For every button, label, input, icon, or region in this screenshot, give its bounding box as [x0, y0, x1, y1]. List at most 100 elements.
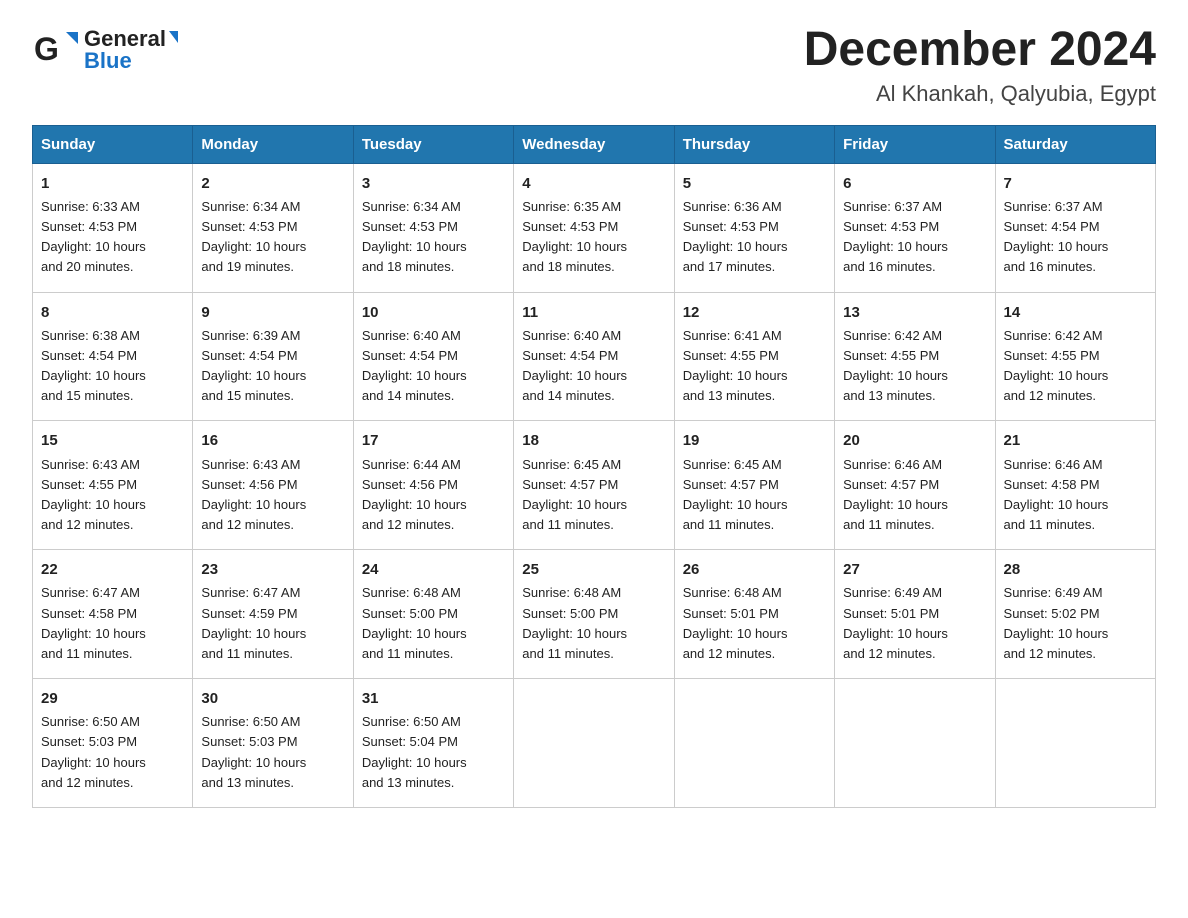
day-info: Sunrise: 6:43 AMSunset: 4:56 PMDaylight:…	[201, 457, 306, 532]
calendar-day: 17 Sunrise: 6:44 AMSunset: 4:56 PMDayligh…	[353, 421, 513, 550]
calendar-day: 22 Sunrise: 6:47 AMSunset: 4:58 PMDayligh…	[33, 550, 193, 679]
day-number: 18	[522, 429, 665, 452]
day-number: 21	[1004, 429, 1147, 452]
day-number: 9	[201, 301, 344, 324]
calendar-day: 30 Sunrise: 6:50 AMSunset: 5:03 PMDayligh…	[193, 679, 353, 808]
day-number: 31	[362, 687, 505, 710]
calendar-day: 26Sunrise: 6:48 AMSunset: 5:01 PMDayligh…	[674, 550, 834, 679]
day-number: 28	[1004, 558, 1147, 581]
calendar-week-1: 1Sunrise: 6:33 AMSunset: 4:53 PMDaylight…	[33, 163, 1156, 292]
day-number: 14	[1004, 301, 1147, 324]
calendar-day: 2 Sunrise: 6:34 AMSunset: 4:53 PMDaylight…	[193, 163, 353, 292]
calendar-day: 31 Sunrise: 6:50 AMSunset: 5:04 PMDayligh…	[353, 679, 513, 808]
day-number: 19	[683, 429, 826, 452]
col-tuesday: Tuesday	[353, 125, 513, 163]
calendar-day: 16 Sunrise: 6:43 AMSunset: 4:56 PMDayligh…	[193, 421, 353, 550]
day-number: 30	[201, 687, 344, 710]
day-number: 6	[843, 172, 986, 195]
day-number: 2	[201, 172, 344, 195]
calendar-day: 29Sunrise: 6:50 AMSunset: 5:03 PMDayligh…	[33, 679, 193, 808]
col-saturday: Saturday	[995, 125, 1155, 163]
day-info: Sunrise: 6:49 AMSunset: 5:02 PMDaylight:…	[1004, 585, 1109, 660]
logo-icon: G	[32, 24, 84, 76]
day-number: 8	[41, 301, 184, 324]
logo: G General Blue	[32, 24, 178, 76]
calendar-day: 25 Sunrise: 6:48 AMSunset: 5:00 PMDayligh…	[514, 550, 674, 679]
calendar-day: 21 Sunrise: 6:46 AMSunset: 4:58 PMDayligh…	[995, 421, 1155, 550]
day-info: Sunrise: 6:49 AMSunset: 5:01 PMDaylight:…	[843, 585, 948, 660]
day-number: 26	[683, 558, 826, 581]
day-number: 17	[362, 429, 505, 452]
day-info: Sunrise: 6:36 AMSunset: 4:53 PMDaylight:…	[683, 199, 788, 274]
page-header: G General Blue December 2024 Al Khankah,…	[32, 24, 1156, 107]
calendar-day: 3Sunrise: 6:34 AMSunset: 4:53 PMDaylight…	[353, 163, 513, 292]
day-info: Sunrise: 6:40 AMSunset: 4:54 PMDaylight:…	[522, 328, 627, 403]
day-number: 25	[522, 558, 665, 581]
day-info: Sunrise: 6:41 AMSunset: 4:55 PMDaylight:…	[683, 328, 788, 403]
col-sunday: Sunday	[33, 125, 193, 163]
day-number: 3	[362, 172, 505, 195]
day-number: 11	[522, 301, 665, 324]
col-wednesday: Wednesday	[514, 125, 674, 163]
day-info: Sunrise: 6:46 AMSunset: 4:58 PMDaylight:…	[1004, 457, 1109, 532]
calendar-day: 24Sunrise: 6:48 AMSunset: 5:00 PMDayligh…	[353, 550, 513, 679]
day-info: Sunrise: 6:50 AMSunset: 5:03 PMDaylight:…	[201, 714, 306, 789]
calendar-day: 12Sunrise: 6:41 AMSunset: 4:55 PMDayligh…	[674, 292, 834, 421]
header-row: Sunday Monday Tuesday Wednesday Thursday…	[33, 125, 1156, 163]
day-info: Sunrise: 6:48 AMSunset: 5:00 PMDaylight:…	[522, 585, 627, 660]
calendar-day	[995, 679, 1155, 808]
svg-text:G: G	[34, 31, 59, 67]
calendar-day: 10Sunrise: 6:40 AMSunset: 4:54 PMDayligh…	[353, 292, 513, 421]
day-info: Sunrise: 6:37 AMSunset: 4:53 PMDaylight:…	[843, 199, 948, 274]
day-info: Sunrise: 6:40 AMSunset: 4:54 PMDaylight:…	[362, 328, 467, 403]
calendar-day: 7 Sunrise: 6:37 AMSunset: 4:54 PMDaylight…	[995, 163, 1155, 292]
calendar-day: 23Sunrise: 6:47 AMSunset: 4:59 PMDayligh…	[193, 550, 353, 679]
calendar-day: 15 Sunrise: 6:43 AMSunset: 4:55 PMDayligh…	[33, 421, 193, 550]
calendar-day: 11 Sunrise: 6:40 AMSunset: 4:54 PMDayligh…	[514, 292, 674, 421]
subtitle: Al Khankah, Qalyubia, Egypt	[804, 81, 1156, 107]
day-number: 13	[843, 301, 986, 324]
day-info: Sunrise: 6:35 AMSunset: 4:53 PMDaylight:…	[522, 199, 627, 274]
day-info: Sunrise: 6:50 AMSunset: 5:04 PMDaylight:…	[362, 714, 467, 789]
day-info: Sunrise: 6:39 AMSunset: 4:54 PMDaylight:…	[201, 328, 306, 403]
calendar-day: 5 Sunrise: 6:36 AMSunset: 4:53 PMDaylight…	[674, 163, 834, 292]
day-number: 16	[201, 429, 344, 452]
day-info: Sunrise: 6:38 AMSunset: 4:54 PMDaylight:…	[41, 328, 146, 403]
day-info: Sunrise: 6:44 AMSunset: 4:56 PMDaylight:…	[362, 457, 467, 532]
col-friday: Friday	[835, 125, 995, 163]
calendar-day: 6 Sunrise: 6:37 AMSunset: 4:53 PMDaylight…	[835, 163, 995, 292]
calendar-day: 8 Sunrise: 6:38 AMSunset: 4:54 PMDaylight…	[33, 292, 193, 421]
day-info: Sunrise: 6:45 AMSunset: 4:57 PMDaylight:…	[522, 457, 627, 532]
day-number: 22	[41, 558, 184, 581]
title-block: December 2024 Al Khankah, Qalyubia, Egyp…	[804, 24, 1156, 107]
calendar-day: 4 Sunrise: 6:35 AMSunset: 4:53 PMDaylight…	[514, 163, 674, 292]
calendar-day: 28 Sunrise: 6:49 AMSunset: 5:02 PMDayligh…	[995, 550, 1155, 679]
calendar-week-2: 8 Sunrise: 6:38 AMSunset: 4:54 PMDaylight…	[33, 292, 1156, 421]
calendar-day: 14 Sunrise: 6:42 AMSunset: 4:55 PMDayligh…	[995, 292, 1155, 421]
day-info: Sunrise: 6:45 AMSunset: 4:57 PMDaylight:…	[683, 457, 788, 532]
day-info: Sunrise: 6:47 AMSunset: 4:58 PMDaylight:…	[41, 585, 146, 660]
calendar-day: 19 Sunrise: 6:45 AMSunset: 4:57 PMDayligh…	[674, 421, 834, 550]
day-number: 15	[41, 429, 184, 452]
day-number: 24	[362, 558, 505, 581]
day-info: Sunrise: 6:37 AMSunset: 4:54 PMDaylight:…	[1004, 199, 1109, 274]
day-info: Sunrise: 6:34 AMSunset: 4:53 PMDaylight:…	[201, 199, 306, 274]
col-thursday: Thursday	[674, 125, 834, 163]
calendar-day	[674, 679, 834, 808]
calendar-day: 20Sunrise: 6:46 AMSunset: 4:57 PMDayligh…	[835, 421, 995, 550]
logo-blue-text: Blue	[84, 50, 178, 72]
calendar-day: 27Sunrise: 6:49 AMSunset: 5:01 PMDayligh…	[835, 550, 995, 679]
calendar-day: 13Sunrise: 6:42 AMSunset: 4:55 PMDayligh…	[835, 292, 995, 421]
calendar-table: Sunday Monday Tuesday Wednesday Thursday…	[32, 125, 1156, 808]
day-info: Sunrise: 6:33 AMSunset: 4:53 PMDaylight:…	[41, 199, 146, 274]
day-number: 23	[201, 558, 344, 581]
day-number: 5	[683, 172, 826, 195]
day-info: Sunrise: 6:42 AMSunset: 4:55 PMDaylight:…	[1004, 328, 1109, 403]
calendar-week-5: 29Sunrise: 6:50 AMSunset: 5:03 PMDayligh…	[33, 679, 1156, 808]
day-number: 7	[1004, 172, 1147, 195]
calendar-week-4: 22 Sunrise: 6:47 AMSunset: 4:58 PMDayligh…	[33, 550, 1156, 679]
day-info: Sunrise: 6:43 AMSunset: 4:55 PMDaylight:…	[41, 457, 146, 532]
logo-general-text: General	[84, 28, 178, 50]
day-number: 4	[522, 172, 665, 195]
calendar-day: 18 Sunrise: 6:45 AMSunset: 4:57 PMDayligh…	[514, 421, 674, 550]
